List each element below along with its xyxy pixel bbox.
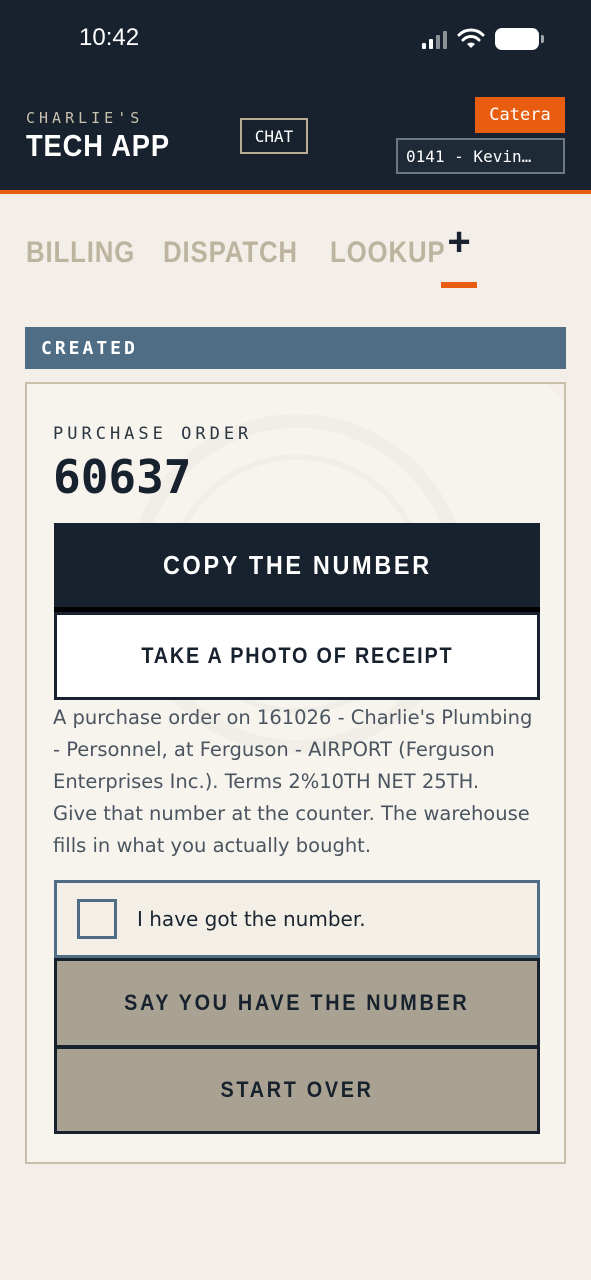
copy-number-label: COPY THE NUMBER xyxy=(162,549,432,580)
po-number: 60637 xyxy=(53,450,192,504)
po-description-details: A purchase order on 161026 - Charlie's P… xyxy=(53,706,533,793)
status-time: 10:42 xyxy=(79,24,140,51)
card-corner-fold xyxy=(544,384,564,404)
wifi-icon xyxy=(457,28,485,48)
status-banner: CREATED xyxy=(25,327,566,369)
catera-badge[interactable]: Catera xyxy=(475,97,565,133)
chat-button[interactable]: CHAT xyxy=(240,118,308,154)
tab-billing[interactable]: BILLING xyxy=(26,236,135,270)
po-label: PURCHASE ORDER xyxy=(53,424,253,444)
start-over-label: START OVER xyxy=(220,1077,374,1102)
brand-subtitle: CHARLIE'S xyxy=(26,109,144,127)
main-nav: BILLING DISPATCH LOOKUP xyxy=(26,236,450,270)
got-number-label: I have got the number. xyxy=(137,907,366,931)
active-tab-indicator xyxy=(441,282,477,288)
signal-icon xyxy=(422,29,447,49)
po-description: A purchase order on 161026 - Charlie's P… xyxy=(53,702,543,862)
po-description-instructions: Give that number at the counter. The war… xyxy=(53,802,530,857)
battery-icon xyxy=(495,28,544,50)
app-header: 10:42 CHARLIE'S TECH APP CHAT Catera 014… xyxy=(0,0,591,194)
tab-new-plus-icon[interactable]: + xyxy=(441,222,477,262)
got-number-checkbox[interactable] xyxy=(77,899,117,939)
account-selector[interactable]: 0141 - Kevin… xyxy=(396,138,565,174)
say-have-number-label: SAY YOU HAVE THE NUMBER xyxy=(124,990,470,1015)
say-have-number-button[interactable]: SAY YOU HAVE THE NUMBER xyxy=(54,958,540,1048)
take-photo-button[interactable]: TAKE A PHOTO OF RECEIPT xyxy=(54,612,540,700)
copy-number-button[interactable]: COPY THE NUMBER xyxy=(54,523,540,613)
tab-dispatch[interactable]: DISPATCH xyxy=(163,236,298,270)
take-photo-label: TAKE A PHOTO OF RECEIPT xyxy=(140,643,454,668)
status-icons xyxy=(422,28,544,50)
got-number-check-row[interactable]: I have got the number. xyxy=(54,880,540,958)
start-over-button[interactable]: START OVER xyxy=(54,1046,540,1134)
brand-title: TECH APP xyxy=(26,128,170,163)
tab-lookup[interactable]: LOOKUP xyxy=(330,236,446,270)
purchase-order-card: PURCHASE ORDER 60637 COPY THE NUMBER TAK… xyxy=(25,382,566,1164)
